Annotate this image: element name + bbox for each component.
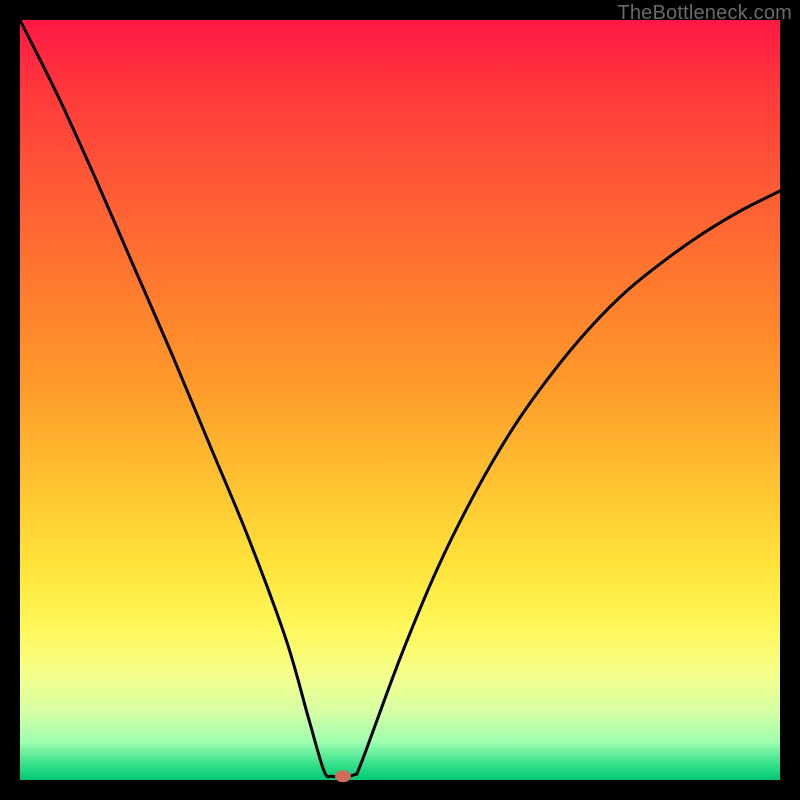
- curve-line: [20, 20, 780, 777]
- chart-svg: [0, 0, 800, 800]
- watermark-text: TheBottleneck.com: [617, 2, 792, 25]
- minimum-marker: [335, 770, 351, 782]
- chart-frame: TheBottleneck.com: [0, 0, 800, 800]
